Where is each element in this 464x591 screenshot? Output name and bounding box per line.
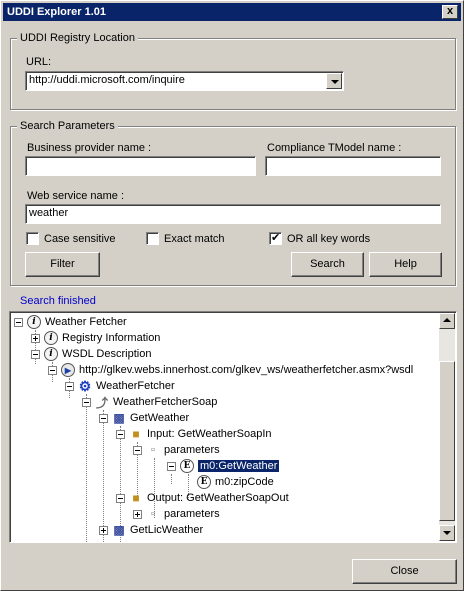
or-keywords-label: OR all key words <box>287 232 371 245</box>
tree-node-output-message[interactable]: ■ Output: GetWeatherSoapOut <box>116 490 289 506</box>
expand-icon[interactable] <box>133 509 142 519</box>
tree-node-service[interactable]: ⚙ WeatherFetcher <box>65 378 175 394</box>
link-icon: ▶ <box>61 363 75 377</box>
tree-node-wsdl-description[interactable]: i WSDL Description <box>31 346 151 362</box>
tree-node-label: Registry Information <box>62 332 161 344</box>
tree-node-label: WeatherFetcher <box>96 380 175 392</box>
tree-node-label: Input: GetWeatherSoapIn <box>147 428 272 440</box>
collapse-icon[interactable] <box>99 413 108 423</box>
tree-node-registry-information[interactable]: i Registry Information <box>31 330 160 346</box>
tmodel-label: Compliance TModel name : <box>267 142 402 154</box>
tree-node-weather-fetcher[interactable]: i Weather Fetcher <box>14 314 127 330</box>
exact-match-label: Exact match <box>164 232 225 245</box>
expand-icon[interactable] <box>99 525 108 535</box>
collapse-icon[interactable] <box>14 317 23 327</box>
collapse-icon[interactable] <box>116 493 125 503</box>
chevron-down-icon[interactable] <box>326 73 342 89</box>
scroll-down-icon[interactable] <box>439 525 455 541</box>
tree-node-input-message[interactable]: ■ Input: GetWeatherSoapIn <box>116 426 272 442</box>
info-icon: i <box>44 347 58 361</box>
window-title: UDDI Explorer 1.01 <box>7 6 107 18</box>
tree-connector <box>171 474 172 484</box>
tree-node-port[interactable]: ⤴ WeatherFetcherSoap <box>82 394 217 410</box>
collapse-icon[interactable] <box>31 349 40 359</box>
operation-icon: ▩ <box>113 523 125 537</box>
business-provider-input[interactable] <box>25 156 256 176</box>
tree-node-label: parameters <box>164 444 220 456</box>
collapse-icon[interactable] <box>65 381 74 391</box>
url-combobox[interactable]: http://uddi.microsoft.com/inquire <box>25 71 344 91</box>
status-text: Search finished <box>20 295 96 307</box>
element-icon: E <box>180 459 194 473</box>
results-tree[interactable]: i Weather Fetcher i Registry Information… <box>9 311 457 543</box>
tree-node-operation-getweather[interactable]: ▩ GetWeather <box>99 410 189 426</box>
collapse-icon[interactable] <box>116 429 125 439</box>
url-label: URL: <box>26 56 52 68</box>
tree-vertical-scrollbar[interactable] <box>439 313 455 541</box>
web-service-label: Web service name : <box>27 190 125 202</box>
element-icon: E <box>197 475 211 489</box>
search-button[interactable]: Search <box>291 252 364 277</box>
tree-node-operation-getlicweather[interactable]: ▩ GetLicWeather <box>99 522 203 538</box>
search-parameters-legend: Search Parameters <box>17 120 118 132</box>
tree-node-label: GetWeather <box>130 412 190 424</box>
parameter-icon: ▫ <box>151 444 155 456</box>
tree-node-element-getweather[interactable]: E m0:GetWeather <box>167 458 280 474</box>
collapse-icon[interactable] <box>133 445 142 455</box>
tree-node-label-selected: m0:GetWeather <box>198 460 280 472</box>
case-sensitive-checkbox[interactable]: Case sensitive <box>26 232 116 245</box>
collapse-icon[interactable] <box>167 461 176 471</box>
port-icon: ⤴ <box>95 395 108 410</box>
parameter-icon: ▫ <box>151 508 155 520</box>
registry-location-legend: UDDI Registry Location <box>17 32 138 44</box>
tree-node-label: parameters <box>164 508 220 520</box>
close-button[interactable]: Close <box>352 559 457 584</box>
info-icon: i <box>44 331 58 345</box>
tree-node-label: GetLicWeather <box>130 524 204 536</box>
tmodel-input[interactable] <box>265 156 441 176</box>
case-sensitive-label: Case sensitive <box>44 232 116 245</box>
tree-connector <box>86 394 87 542</box>
case-sensitive-box[interactable] <box>26 232 39 245</box>
tree-node-input-parameters[interactable]: ▫ parameters <box>133 442 220 458</box>
tree-node-element-zipcode[interactable]: E m0:zipCode <box>197 474 274 490</box>
collapse-icon[interactable] <box>82 397 91 407</box>
exact-match-checkbox[interactable]: Exact match <box>146 232 225 245</box>
tree-node-output-parameters[interactable]: ▫ parameters <box>133 506 220 522</box>
tree-node-label: WSDL Description <box>62 348 152 360</box>
gear-icon: ⚙ <box>78 377 92 394</box>
exact-match-box[interactable] <box>146 232 159 245</box>
message-icon: ■ <box>132 427 140 441</box>
or-keywords-box[interactable] <box>269 231 282 245</box>
filter-button[interactable]: Filter <box>25 252 100 277</box>
collapse-icon[interactable] <box>48 365 57 375</box>
title-bar[interactable]: UDDI Explorer 1.01 x <box>3 3 461 21</box>
expand-icon[interactable] <box>31 333 40 343</box>
tree-node-wsdl-url[interactable]: ▶ http://glkev.webs.innerhost.com/glkev_… <box>48 362 413 378</box>
operation-icon: ▩ <box>113 411 125 425</box>
tree-node-label: http://glkev.webs.innerhost.com/glkev_ws… <box>79 364 414 376</box>
url-value: http://uddi.microsoft.com/inquire <box>29 74 185 86</box>
or-keywords-checkbox[interactable]: OR all key words <box>269 231 371 245</box>
web-service-input[interactable]: weather <box>25 204 441 224</box>
window-close-icon[interactable]: x <box>442 5 458 19</box>
tree-node-label: Weather Fetcher <box>45 316 127 328</box>
tree-node-label: Output: GetWeatherSoapOut <box>147 492 289 504</box>
main-window: UDDI Explorer 1.01 x UDDI Registry Locat… <box>0 0 464 591</box>
tree-node-label: WeatherFetcherSoap <box>113 396 218 408</box>
message-icon: ■ <box>132 491 140 505</box>
help-button[interactable]: Help <box>369 252 442 277</box>
info-icon: i <box>27 315 41 329</box>
business-provider-label: Business provider name : <box>27 142 152 154</box>
scroll-up-icon[interactable] <box>439 313 455 329</box>
scrollbar-thumb[interactable] <box>439 361 455 521</box>
tree-node-label: m0:zipCode <box>215 476 274 488</box>
